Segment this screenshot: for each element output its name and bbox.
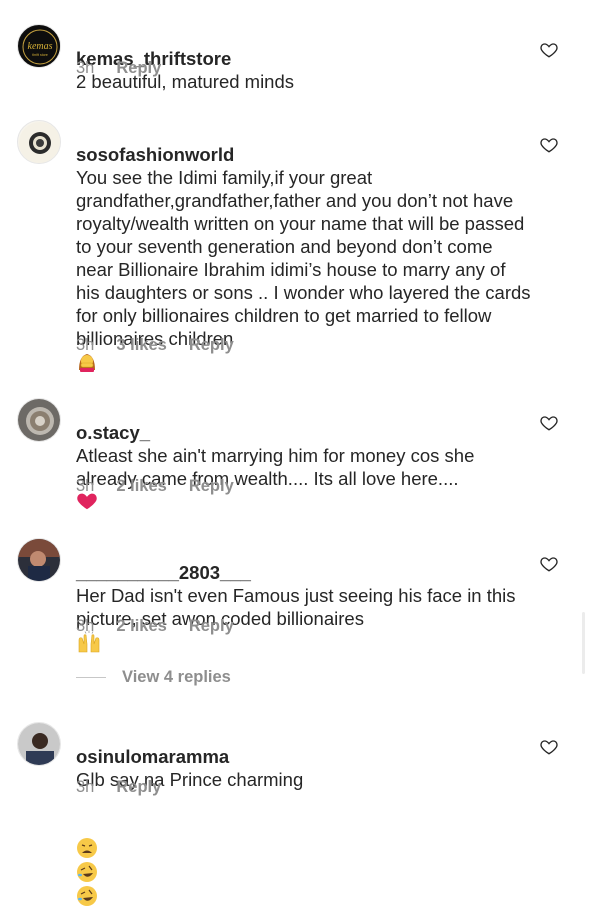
- timestamp: 3h: [76, 59, 95, 77]
- likes-count[interactable]: 2 likes: [116, 617, 166, 636]
- comment-meta: 3h 2 likes Reply: [76, 617, 256, 636]
- heart-outline-icon[interactable]: [540, 136, 558, 154]
- comment-meta: 3h 2 likes Reply: [76, 477, 256, 496]
- avatar[interactable]: [17, 722, 61, 766]
- comment-text: osinulomaramma Glb say na Prince charmin…: [76, 722, 531, 909]
- likes-count[interactable]: 3 likes: [116, 336, 166, 355]
- comment-text: o.stacy_ Atleast she ain't marrying him …: [76, 398, 531, 514]
- heart-outline-icon[interactable]: [540, 555, 558, 573]
- comment-body: You see the Idimi family,if your great g…: [76, 167, 531, 349]
- username[interactable]: osinulomaramma: [76, 746, 229, 767]
- view-replies-label: View 4 replies: [122, 668, 231, 686]
- heart-outline-icon[interactable]: [540, 738, 558, 756]
- rolling-laughing-emoji-icon: [77, 862, 97, 882]
- timestamp: 3h: [76, 778, 95, 796]
- reply-button[interactable]: Reply: [189, 617, 234, 636]
- username[interactable]: o.stacy_: [76, 422, 150, 443]
- view-replies-button[interactable]: View 4 replies: [76, 668, 231, 687]
- comment-meta: 3h Reply: [76, 778, 183, 797]
- username[interactable]: __________2803___: [76, 562, 251, 583]
- rolling-laughing-emoji-icon: [77, 886, 97, 906]
- comment-text: __________2803___ Her Dad isn't even Fam…: [76, 538, 531, 656]
- username[interactable]: sosofashionworld: [76, 144, 234, 165]
- replies-divider: [76, 677, 106, 678]
- reply-button[interactable]: Reply: [189, 336, 234, 355]
- comment-meta: 3h Reply: [76, 59, 183, 78]
- comment-meta: 3h 3 likes Reply: [76, 336, 256, 355]
- svg-text:thrift store: thrift store: [32, 53, 48, 57]
- timestamp: 3h: [76, 617, 95, 635]
- weary-face-emoji-icon: [77, 838, 97, 858]
- likes-count[interactable]: 2 likes: [116, 477, 166, 496]
- avatar-logo-text: kemas: [28, 41, 53, 52]
- heart-outline-icon[interactable]: [540, 41, 558, 59]
- reply-button[interactable]: Reply: [116, 59, 161, 78]
- timestamp: 3h: [76, 336, 95, 354]
- avatar[interactable]: [17, 398, 61, 442]
- reply-button[interactable]: Reply: [116, 778, 161, 797]
- avatar[interactable]: kemas thrift store: [17, 24, 61, 68]
- avatar[interactable]: [17, 120, 61, 164]
- scrollbar[interactable]: [582, 612, 585, 674]
- heart-outline-icon[interactable]: [540, 414, 558, 432]
- timestamp: 3h: [76, 477, 95, 495]
- reply-button[interactable]: Reply: [189, 477, 234, 496]
- avatar[interactable]: [17, 538, 61, 582]
